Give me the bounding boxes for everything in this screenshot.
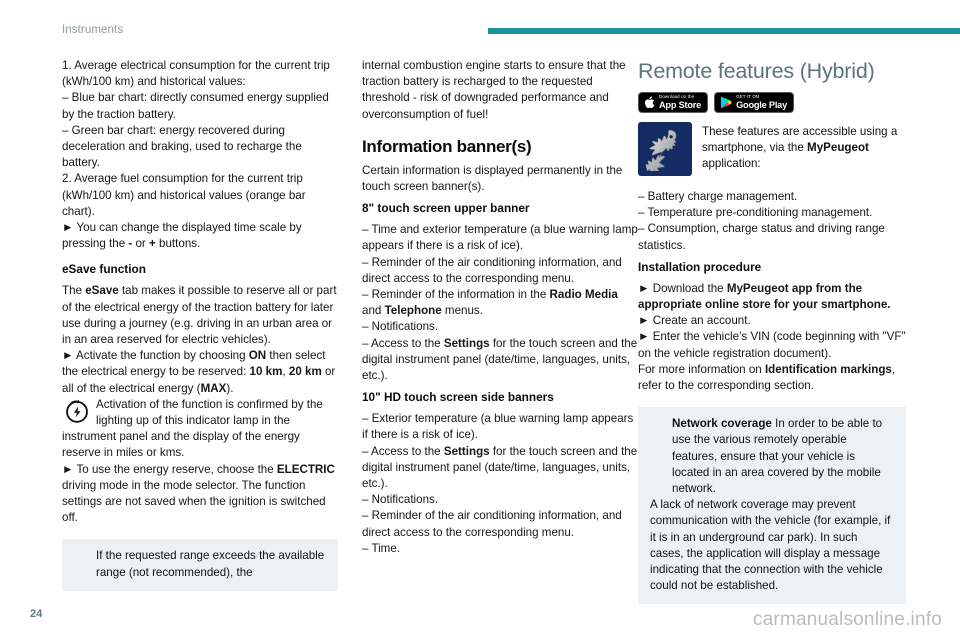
heading-installation-procedure: Installation procedure — [638, 259, 762, 274]
mypeugeot-intro-post: application: — [702, 157, 761, 171]
install-download-pre: ► Download the — [638, 281, 727, 295]
paragraph-esave-reserve: ► To use the energy reserve, choose the … — [62, 462, 338, 527]
identification-markings-ref: Identification markings — [764, 362, 892, 376]
esave-10km-value: 10 km — [249, 365, 283, 379]
install-more-info-pre: For more information on — [638, 362, 765, 376]
banner8-radio-mid: and — [362, 304, 385, 318]
column-left: 1. Average electrical consumption for th… — [62, 58, 338, 591]
feature-consumption-statistics: – Consumption, charge status and driving… — [638, 222, 885, 252]
paragraph-item-1: 1. Average electrical consumption for th… — [62, 59, 330, 89]
heading-10in-side-banners: 10" HD touch screen side banners — [362, 390, 554, 405]
esave-on-value: ON — [248, 349, 267, 363]
page-number: 24 — [30, 608, 43, 620]
install-more-info: For more information on Identification m… — [638, 362, 906, 394]
install-step-enter-vin: ► Enter the vehicle’s VIN (code beginnin… — [638, 330, 906, 360]
install-step-download: ► Download the MyPeugeot app from the ap… — [638, 281, 906, 313]
esave-intro-pre: The — [62, 284, 86, 298]
esave-reserve-pre: ► To use the energy reserve, choose the — [62, 462, 277, 476]
banner8-item-settings: – Access to the Settings for the touch s… — [362, 336, 638, 385]
banner10-item-settings: – Access to the Settings for the touch s… — [362, 444, 638, 493]
banner10-item-air-conditioning: – Reminder of the air conditioning infor… — [362, 509, 622, 539]
paragraph-dash-green-bar: – Green bar chart: energy recovered duri… — [62, 123, 302, 170]
store-badges: Download on the App Store GET IT ON Goog… — [638, 92, 906, 113]
install-step-create-account: ► Create an account. — [638, 314, 751, 328]
plus-button-label: + — [149, 237, 156, 251]
feature-battery-charge: – Battery charge management. — [638, 190, 798, 203]
esave-activate-end: ). — [226, 381, 234, 395]
google-play-badge[interactable]: GET IT ON Google Play — [714, 92, 795, 113]
feature-temperature-preconditioning: – Temperature pre-conditioning managemen… — [638, 206, 873, 220]
esave-activate-pre: ► Activate the function by choosing — [62, 349, 249, 363]
section-label: Instruments — [62, 24, 124, 36]
paragraph-esave-indicator: Activation of the function is confirmed … — [62, 397, 338, 462]
esave-indicator-lamp-icon — [64, 398, 90, 424]
header-rule — [488, 28, 960, 34]
google-play-icon — [720, 96, 732, 109]
info-callout-heading-row: Network coverage In order to be able to … — [650, 416, 894, 497]
manual-page: Instruments 1. Average electrical consum… — [0, 0, 960, 640]
esave-tab-name: eSave — [85, 284, 119, 298]
settings-menu-name: Settings — [443, 336, 490, 350]
electric-mode-value: ELECTRIC — [276, 462, 335, 476]
info-callout-title: Network coverage — [672, 417, 772, 431]
mypeugeot-app-name: MyPeugeot — [807, 141, 869, 155]
mypeugeot-app-row: These features are accessible using a sm… — [638, 122, 906, 176]
paragraph-banner-intro: Certain information is displayed permane… — [362, 163, 623, 194]
esave-max-value: MAX — [200, 381, 227, 395]
banner10-item-exterior-temp: – Exterior temperature (a blue warning l… — [362, 412, 634, 442]
app-store-badge-small: Download on the — [659, 94, 695, 100]
warning-callout: If the requested range exceeds the avail… — [62, 539, 338, 591]
banner8-item-air-conditioning: – Reminder of the air conditioning infor… — [362, 255, 622, 285]
heading-8in-upper-banner: 8" touch screen upper banner — [362, 201, 530, 216]
esave-20km-value: 20 km — [288, 365, 322, 379]
banner8-item-radio-telephone: – Reminder of the information in the Rad… — [362, 287, 638, 319]
info-callout-network-coverage: Network coverage In order to be able to … — [638, 407, 906, 605]
settings-menu-name-2: Settings — [443, 444, 490, 458]
banner8-settings-pre: – Access to the — [362, 336, 444, 350]
paragraph-esave-intro: The eSave tab makes it possible to reser… — [62, 283, 338, 348]
warning-callout-text: If the requested range exceeds the avail… — [96, 549, 325, 579]
banner8-radio-post: menus. — [441, 304, 483, 318]
google-play-badge-small: GET IT ON — [736, 94, 760, 100]
column-right: Remote features (Hybrid) Download on the… — [638, 58, 906, 605]
banner10-item-time: – Time. — [362, 541, 401, 555]
banner8-item-notifications: – Notifications. — [362, 320, 439, 334]
site-watermark: carmanualsonline.info — [752, 609, 942, 630]
heading-remote-features: Remote features (Hybrid) — [638, 59, 875, 83]
column-middle: internal combustion engine starts to ens… — [362, 58, 638, 557]
banner8-radio-pre: – Reminder of the information in the — [362, 288, 550, 302]
info-callout-paragraph-2: A lack of network coverage may prevent c… — [650, 498, 891, 593]
banner8-item-time-temp: – Time and exterior temperature (a blue … — [362, 223, 638, 253]
banner10-item-notifications: – Notifications. — [362, 493, 439, 507]
esave-indicator-text: Activation of the function is confirmed … — [62, 397, 323, 460]
paragraph-item-2: 2. Average fuel consumption for the curr… — [62, 172, 306, 218]
esave-reserve-post: driving mode in the mode selector. The f… — [62, 478, 326, 525]
timescale-post: buttons. — [155, 237, 201, 251]
mypeugeot-intro-text: These features are accessible using a sm… — [702, 122, 906, 176]
telephone-menu-name: Telephone — [384, 304, 442, 318]
app-store-badge-label: App Store — [659, 99, 702, 110]
google-play-badge-label: Google Play — [736, 99, 788, 110]
paragraph-timescale: ► You can change the displayed time scal… — [62, 220, 338, 252]
paragraph-esave-activate: ► Activate the function by choosing ON t… — [62, 348, 338, 397]
heading-information-banners: Information banner(s) — [362, 136, 532, 156]
timescale-mid: or — [132, 237, 150, 251]
radio-media-menu-name: Radio Media — [549, 288, 618, 302]
peugeot-lion-logo-icon — [638, 122, 692, 176]
banner10-settings-pre: – Access to the — [362, 444, 444, 458]
heading-esave-function: eSave function — [62, 262, 146, 277]
app-store-badge[interactable]: Download on the App Store — [638, 92, 709, 113]
apple-icon — [644, 96, 655, 109]
paragraph-dash-blue-bar: – Blue bar chart: directly consumed ener… — [62, 91, 329, 121]
paragraph-warning-continued: internal combustion engine starts to ens… — [362, 59, 626, 121]
